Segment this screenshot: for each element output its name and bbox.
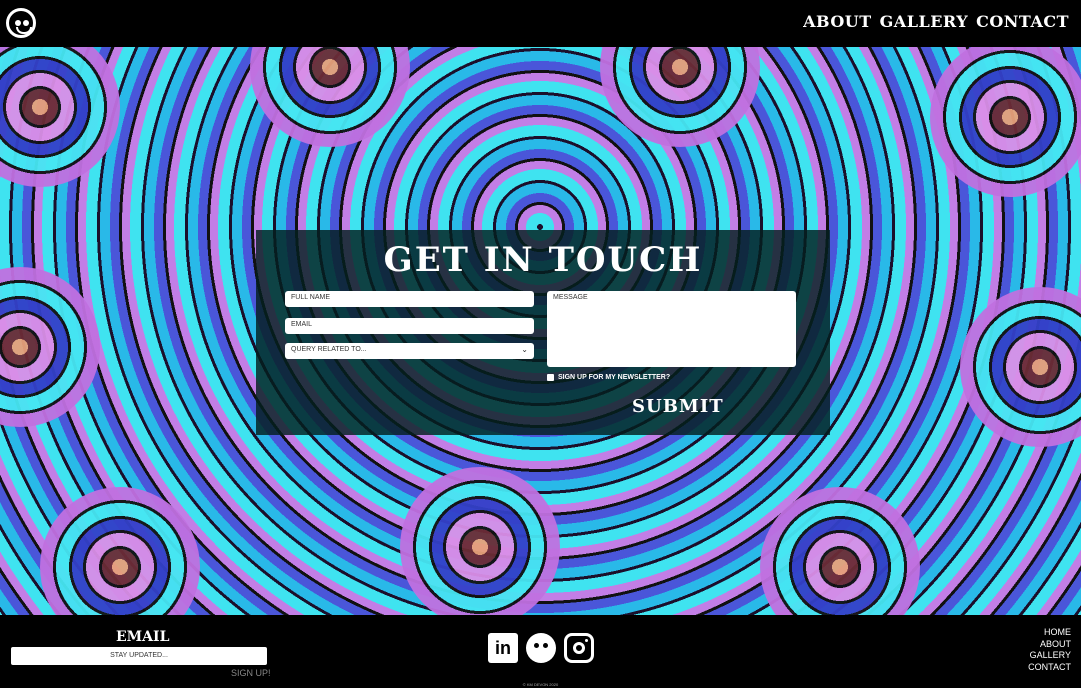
nav-about-link[interactable]: ABOUT <box>803 12 872 31</box>
social-links: in <box>488 633 594 663</box>
query-select-value: QUERY RELATED TO... <box>291 346 367 353</box>
message-textarea[interactable]: MESSAGE <box>547 291 796 367</box>
site-footer: EMAIL STAY UPDATED... SIGN UP! in © KM D… <box>0 615 1081 688</box>
signup-button[interactable]: SIGN UP! <box>231 668 271 678</box>
contact-form-card: GET IN TOUCH FULL NAME EMAIL QUERY RELAT… <box>256 230 830 435</box>
site-header: ABOUT GALLERY CONTACT <box>0 0 1081 47</box>
copyright-text: © KM DEVON 2020 <box>522 682 559 687</box>
footer-nav: HOME ABOUT GALLERY CONTACT <box>1028 627 1071 673</box>
monkey-logo-icon[interactable] <box>526 633 556 663</box>
page-title: GET IN TOUCH <box>383 240 703 280</box>
linkedin-icon[interactable]: in <box>488 633 518 663</box>
query-select[interactable]: QUERY RELATED TO... ⌄ <box>285 343 534 359</box>
newsletter-checkbox-row[interactable]: SIGN UP FOR MY NEWSLETTER? <box>547 374 670 381</box>
submit-button[interactable]: SUBMIT <box>632 396 724 417</box>
footer-nav-about[interactable]: ABOUT <box>1028 639 1071 651</box>
top-nav: ABOUT GALLERY CONTACT <box>803 12 1069 31</box>
nav-contact-link[interactable]: CONTACT <box>976 12 1069 31</box>
chevron-down-icon: ⌄ <box>521 345 528 354</box>
email-input[interactable]: EMAIL <box>285 318 534 334</box>
footer-email-title: EMAIL <box>116 629 170 645</box>
footer-nav-contact[interactable]: CONTACT <box>1028 662 1071 674</box>
newsletter-label: SIGN UP FOR MY NEWSLETTER? <box>558 374 671 381</box>
footer-nav-home[interactable]: HOME <box>1028 627 1071 639</box>
newsletter-email-input[interactable]: STAY UPDATED... <box>11 647 267 665</box>
full-name-input[interactable]: FULL NAME <box>285 291 534 307</box>
nav-gallery-link[interactable]: GALLERY <box>880 12 969 31</box>
footer-nav-gallery[interactable]: GALLERY <box>1028 650 1071 662</box>
monkey-logo-icon[interactable] <box>6 8 36 38</box>
newsletter-checkbox[interactable] <box>547 374 554 381</box>
instagram-icon[interactable] <box>564 633 594 663</box>
